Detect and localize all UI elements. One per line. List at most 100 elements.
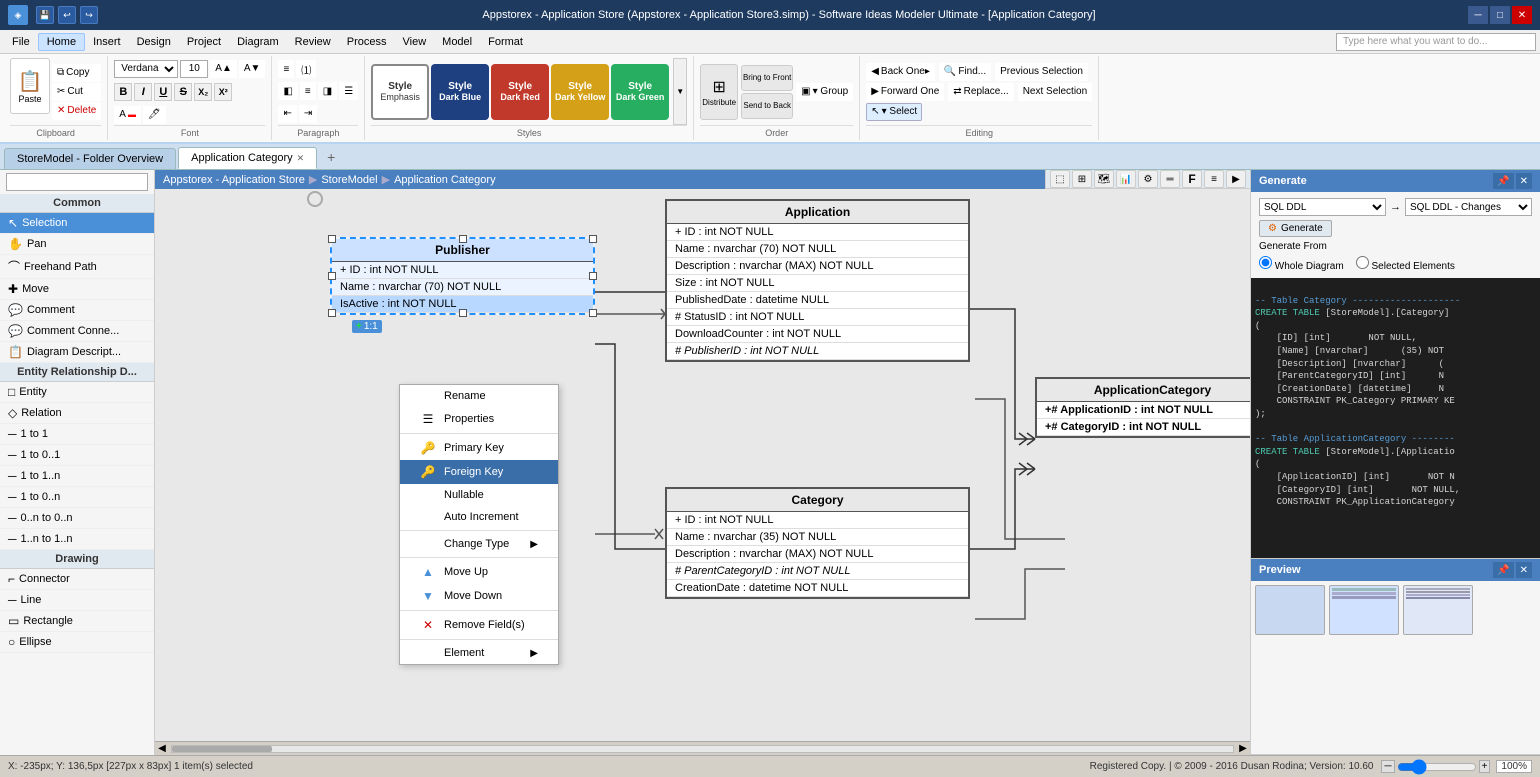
style-emphasis-btn[interactable]: Style Emphasis — [371, 64, 429, 120]
italic-btn[interactable]: I — [134, 83, 152, 101]
align-right-btn[interactable]: ◨ — [318, 82, 337, 100]
back-one-btn[interactable]: ◀ Back One▸ — [866, 63, 935, 81]
sql-output[interactable]: -- Table Category -------------------- C… — [1251, 278, 1540, 558]
generate-close-btn[interactable]: ✕ — [1516, 173, 1532, 189]
menu-review[interactable]: Review — [287, 34, 339, 50]
ctx-move-up[interactable]: ▲ Move Up — [400, 560, 558, 584]
diagram-canvas[interactable]: Publisher + ID : int NOT NULL Name : nva… — [155, 189, 1250, 741]
tool-pan[interactable]: ✋ Pan — [0, 234, 154, 255]
gen-changes-type-select[interactable]: SQL DDL - Changes — [1405, 198, 1532, 216]
tool-selection[interactable]: ↖ Selection — [0, 213, 154, 234]
ct-btn-7[interactable]: F — [1182, 170, 1202, 188]
group-btn[interactable]: ▣ ▾ Group — [796, 83, 853, 101]
bullets-btn[interactable]: ≡ — [278, 60, 294, 78]
previous-selection-btn[interactable]: Previous Selection — [995, 63, 1088, 81]
app-row-8[interactable]: # PublisherID : int NOT NULL — [667, 343, 968, 360]
tool-move[interactable]: ✚ Move — [0, 279, 154, 300]
handle-bm[interactable] — [459, 309, 467, 317]
preview-pin-btn[interactable]: 📌 — [1493, 562, 1513, 578]
align-left-btn[interactable]: ◧ — [278, 82, 297, 100]
handle-tr[interactable] — [589, 235, 597, 243]
panel-search-input[interactable] — [6, 173, 148, 191]
ct-btn-3[interactable]: 🗺 — [1094, 170, 1114, 188]
font-family-select[interactable]: Verdana — [114, 60, 178, 78]
publisher-row-1[interactable]: + ID : int NOT NULL — [332, 262, 593, 279]
ct-btn-2[interactable]: ⊞ — [1072, 170, 1092, 188]
superscript-btn[interactable]: X² — [214, 83, 232, 101]
preview-thumb-3[interactable] — [1403, 585, 1473, 635]
cat-row-4[interactable]: # ParentCategoryID : int NOT NULL — [667, 563, 968, 580]
ct-btn-4[interactable]: 📊 — [1116, 170, 1136, 188]
handle-br[interactable] — [589, 309, 597, 317]
ctx-primary-key[interactable]: 🔑 Primary Key — [400, 436, 558, 460]
style-darkyellow-btn[interactable]: Style Dark Yellow — [551, 64, 609, 120]
app-row-3[interactable]: Description : nvarchar (MAX) NOT NULL — [667, 258, 968, 275]
tool-diagram-desc[interactable]: 📋 Diagram Descript... — [0, 342, 154, 363]
radio-selected-label[interactable]: Selected Elements — [1356, 256, 1455, 272]
ctx-nullable[interactable]: Nullable — [400, 484, 558, 506]
app-row-6[interactable]: # StatusID : int NOT NULL — [667, 309, 968, 326]
handle-mr[interactable] — [589, 272, 597, 280]
copy-btn[interactable]: ⧉ Copy — [52, 64, 101, 82]
close-btn[interactable]: ✕ — [1512, 6, 1532, 24]
cat-row-2[interactable]: Name : nvarchar (35) NOT NULL — [667, 529, 968, 546]
handle-tm[interactable] — [459, 235, 467, 243]
radio-whole[interactable] — [1259, 256, 1272, 269]
appcategory-row-2[interactable]: +# CategoryID : int NOT NULL — [1037, 419, 1250, 436]
ct-btn-8[interactable]: ≡ — [1204, 170, 1224, 188]
app-row-5[interactable]: PublishedDate : datetime NULL — [667, 292, 968, 309]
breadcrumb-item-2[interactable]: StoreModel — [321, 174, 377, 186]
ctx-change-type[interactable]: Change Type ▶ — [400, 533, 558, 555]
preview-close-btn[interactable]: ✕ — [1516, 562, 1532, 578]
breadcrumb-item-1[interactable]: Appstorex - Application Store — [163, 174, 305, 186]
highlight-btn[interactable]: 🖊 — [143, 106, 166, 124]
numbering-btn[interactable]: ⑴ — [296, 60, 316, 78]
menu-insert[interactable]: Insert — [85, 34, 129, 50]
menu-format[interactable]: Format — [480, 34, 531, 50]
ctx-foreign-key[interactable]: 🔑 Foreign Key — [400, 460, 558, 484]
publisher-table[interactable]: Publisher + ID : int NOT NULL Name : nva… — [330, 237, 595, 315]
tool-comment-conne[interactable]: 💬 Comment Conne... — [0, 321, 154, 342]
breadcrumb-item-3[interactable]: Application Category — [394, 174, 496, 186]
tool-rectangle[interactable]: ▭ Rectangle — [0, 611, 154, 632]
style-darkblue-btn[interactable]: Style Dark Blue — [431, 64, 489, 120]
canvas-scrollbar[interactable]: ◀ ▶ — [155, 741, 1250, 755]
app-row-2[interactable]: Name : nvarchar (70) NOT NULL — [667, 241, 968, 258]
underline-btn[interactable]: U — [154, 83, 172, 101]
menu-model[interactable]: Model — [434, 34, 480, 50]
menu-project[interactable]: Project — [179, 34, 229, 50]
zoom-out-btn[interactable]: ─ — [1381, 760, 1394, 773]
qa-undo-btn[interactable]: ↩ — [58, 6, 76, 24]
tool-ellipse[interactable]: ○ Ellipse — [0, 632, 154, 653]
ctx-remove-fields[interactable]: ✕ Remove Field(s) — [400, 613, 558, 637]
zoom-in-btn[interactable]: + — [1479, 760, 1491, 773]
cat-row-1[interactable]: + ID : int NOT NULL — [667, 512, 968, 529]
tab-add-btn[interactable]: + — [319, 145, 343, 169]
application-table[interactable]: Application + ID : int NOT NULL Name : n… — [665, 199, 970, 362]
search-box[interactable]: Type here what you want to do... — [1336, 33, 1536, 51]
cat-row-3[interactable]: Description : nvarchar (MAX) NOT NULL — [667, 546, 968, 563]
tool-1nto1n[interactable]: ─ 1..n to 1..n — [0, 529, 154, 550]
tool-line[interactable]: ─ Line — [0, 590, 154, 611]
indent-decrease-btn[interactable]: ⇤ — [278, 105, 296, 123]
tab-appcategory-close[interactable]: ✕ — [297, 153, 305, 164]
publisher-row-2[interactable]: Name : nvarchar (70) NOT NULL — [332, 279, 593, 296]
next-selection-btn[interactable]: Next Selection — [1018, 83, 1092, 101]
tool-freehand[interactable]: ⌒ Freehand Path — [0, 255, 154, 279]
category-table[interactable]: Category + ID : int NOT NULL Name : nvar… — [665, 487, 970, 599]
tool-1to0n[interactable]: ─ 1 to 0..n — [0, 487, 154, 508]
ct-btn-6[interactable]: ═ — [1160, 170, 1180, 188]
canvas-scrollbar-track[interactable] — [171, 745, 1234, 753]
font-color-btn[interactable]: A▬ — [114, 106, 141, 124]
app-row-7[interactable]: DownloadCounter : int NOT NULL — [667, 326, 968, 343]
font-shrink-btn[interactable]: A▼ — [239, 60, 266, 78]
scroll-left-btn[interactable]: ◀ — [155, 743, 169, 754]
maximize-btn[interactable]: □ — [1490, 6, 1510, 24]
app-row-1[interactable]: + ID : int NOT NULL — [667, 224, 968, 241]
app-row-4[interactable]: Size : int NOT NULL — [667, 275, 968, 292]
style-darkgreen-btn[interactable]: Style Dark Green — [611, 64, 669, 120]
find-btn[interactable]: 🔍 Find... — [939, 63, 991, 81]
radio-whole-label[interactable]: Whole Diagram — [1259, 256, 1344, 272]
tool-relation[interactable]: ◇ Relation — [0, 403, 154, 424]
bold-btn[interactable]: B — [114, 83, 132, 101]
